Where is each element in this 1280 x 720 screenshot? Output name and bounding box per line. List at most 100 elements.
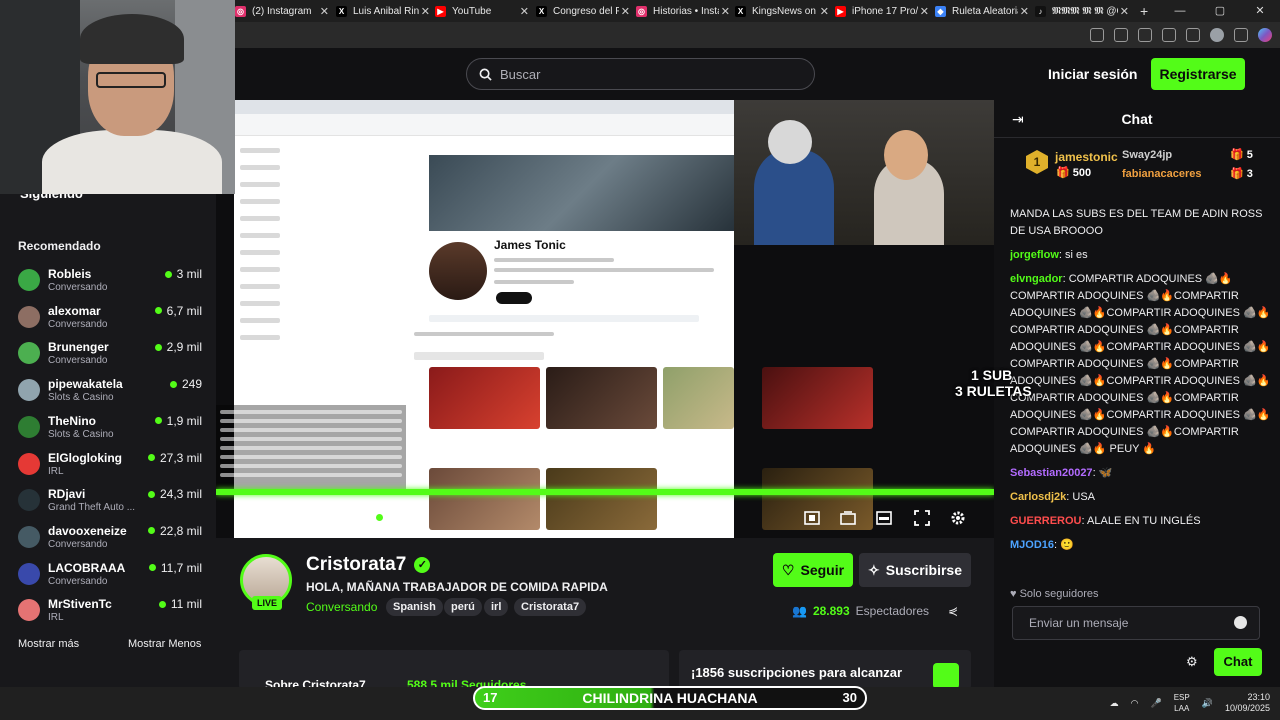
close-tab-icon[interactable]: ✕ [621, 5, 630, 18]
sidebar-item[interactable]: LACOBRAAA Conversando 11,7 mil [18, 559, 202, 593]
settings-gear-icon[interactable] [950, 510, 966, 526]
top-gifter-name[interactable]: jamestonic [1055, 150, 1118, 164]
login-button[interactable]: Iniciar sesión [1048, 66, 1137, 82]
tag-spanish[interactable]: Spanish [386, 598, 443, 616]
microphone-icon[interactable]: 🎤 [1151, 698, 1162, 709]
wifi-icon[interactable]: ◠ [1131, 698, 1139, 709]
sidebar-item[interactable]: Robleis Conversando 3 mil [18, 265, 202, 299]
maximize-button[interactable]: ▢ [1200, 0, 1240, 22]
register-button[interactable]: Registrarse [1151, 58, 1245, 90]
theater-mode-icon[interactable] [840, 511, 856, 525]
volume-icon[interactable] [278, 510, 294, 526]
chat-username[interactable]: MJOD16 [1010, 539, 1054, 551]
sidebar-item[interactable]: davooxeneize Conversando 22,8 mil [18, 522, 202, 556]
minimize-button[interactable]: — [1160, 0, 1200, 22]
read-aloud-icon[interactable] [1114, 28, 1128, 42]
pause-icon[interactable] [244, 510, 258, 526]
pip-icon[interactable] [876, 511, 892, 525]
show-less-button[interactable]: Mostrar Menos [128, 638, 201, 650]
collections-icon[interactable] [1186, 28, 1200, 42]
sidebar-item[interactable]: RDjavi Grand Theft Auto ... 24,3 mil [18, 485, 202, 519]
chat-message-input[interactable]: Enviar un mensaje [1012, 606, 1260, 640]
sidebar-item[interactable]: TheNino Slots & Casino 1,9 mil [18, 412, 202, 446]
browser-tab[interactable]: X KingsNews on X✕ [735, 2, 829, 20]
tag-irl[interactable]: irl [484, 598, 509, 616]
yt-video-thumb [762, 367, 873, 429]
close-tab-icon[interactable]: ✕ [1020, 5, 1029, 18]
chat-username[interactable]: GUERREROU [1010, 515, 1082, 527]
gifter-name[interactable]: fabianacaceres [1122, 168, 1230, 180]
extensions-icon[interactable] [1162, 28, 1176, 42]
sidebar-item[interactable]: Brunenger Conversando 2,9 mil [18, 338, 202, 372]
close-tab-icon[interactable]: ✕ [320, 5, 329, 18]
copilot-icon[interactable] [1258, 28, 1272, 42]
tag-peru[interactable]: perú [444, 598, 482, 616]
share-icon[interactable]: ⋞ [948, 604, 958, 618]
close-tab-icon[interactable]: ✕ [520, 5, 529, 18]
channel-avatar [18, 269, 40, 291]
chat-username[interactable]: Carlosdj2k [1010, 491, 1066, 503]
stream-category[interactable]: Conversando [306, 600, 377, 614]
language-indicator[interactable]: ESP LAA [1174, 692, 1190, 714]
clip-icon[interactable] [804, 511, 820, 525]
profile-avatar[interactable] [1210, 28, 1224, 42]
close-tab-icon[interactable]: ✕ [1120, 5, 1129, 18]
new-tab-button[interactable]: + [1140, 3, 1148, 19]
sidebar-item[interactable]: ElGlogloking IRL 27,3 mil [18, 449, 202, 483]
address-bar[interactable] [235, 22, 1280, 48]
sidebar-item-name: RDjavi [48, 487, 86, 502]
sub-goal-icon[interactable] [933, 663, 959, 689]
chat-username[interactable]: jorgeflow [1010, 249, 1059, 261]
fullscreen-icon[interactable] [914, 510, 930, 526]
stream-progress-bar[interactable] [216, 489, 994, 495]
channel-avatar [18, 379, 40, 402]
chat-username[interactable]: elvngador [1010, 273, 1063, 285]
sidebar-item[interactable]: alexomar Conversando 6,7 mil [18, 302, 202, 336]
sidebar-item[interactable]: pipewakatela Slots & Casino 249 [18, 375, 202, 409]
video-player[interactable]: James Tonic 01:32:59 LIVE [216, 100, 994, 538]
more-menu-icon[interactable] [1234, 28, 1248, 42]
send-chat-button[interactable]: Chat [1214, 648, 1262, 676]
sidebar-item-name: davooxeneize [48, 523, 127, 538]
chat-settings-gear-icon[interactable]: ⚙ [1186, 654, 1198, 670]
browser-tab[interactable]: ◎ Historias • Instag✕ [636, 2, 730, 20]
tag-channel[interactable]: Cristorata7 [514, 598, 587, 616]
viewer-count: 22,8 mil [159, 523, 202, 538]
show-more-button[interactable]: Mostrar más [18, 638, 79, 650]
browser-tab[interactable]: X Luis Anibal Rincó✕ [336, 2, 430, 20]
chat-username[interactable]: Sebastian20027 [1010, 467, 1093, 479]
clock[interactable]: 23:10 10/09/2025 [1225, 692, 1270, 714]
browser-tab[interactable]: ▶ iPhone 17 Pro/P ✕ [835, 2, 929, 20]
favorite-star-icon[interactable] [1138, 28, 1152, 42]
close-tab-icon[interactable]: ✕ [721, 5, 730, 18]
close-tab-icon[interactable]: ✕ [820, 5, 829, 18]
channel-avatar [18, 342, 40, 365]
chat-input-placeholder: Enviar un mensaje [1029, 616, 1129, 630]
chat-message: Sebastian20027: 🦋 [1010, 465, 1272, 482]
browser-tab[interactable]: ♪ 𝕸𝕸𝕸 𝕸 𝕸 @C ✕ [1035, 2, 1129, 20]
yt-subscribe-button [496, 292, 532, 304]
browser-tab[interactable]: ▶ YouTube ✕ [435, 2, 529, 20]
onedrive-icon[interactable]: ☁ [1110, 698, 1119, 709]
chat-message: elvngador: COMPARTIR ADOQUINES 🪨🔥 COMPAR… [1010, 271, 1272, 458]
search-input[interactable]: Buscar [466, 58, 815, 90]
tab-favicon-icon: ◎ [636, 5, 647, 17]
close-tab-icon[interactable]: ✕ [920, 5, 929, 18]
sidebar-item[interactable]: MrStivenTc IRL 11 mil [18, 595, 202, 629]
close-window-button[interactable]: ✕ [1240, 0, 1280, 22]
browser-tab[interactable]: ◎ (2) Instagram ✕ [235, 2, 329, 20]
overlay-line-2: 3 RULETAS [955, 383, 1032, 399]
yt-text-line [494, 280, 574, 284]
browser-tab[interactable]: X Congreso del Pe✕ [536, 2, 630, 20]
zoom-icon[interactable] [1090, 28, 1104, 42]
chat-header: ⇥ Chat [994, 100, 1280, 138]
emoji-icon[interactable] [1234, 616, 1247, 629]
browser-tab[interactable]: ◆ Ruleta Aleatoria ✕ [935, 2, 1029, 20]
speaker-icon[interactable]: 🔊 [1202, 698, 1213, 709]
channel-name[interactable]: Cristorata7 [306, 554, 406, 576]
roulette-name: CHILINDRINA HUACHANA [582, 690, 758, 706]
gifter-name[interactable]: Sway24jp [1122, 149, 1230, 161]
close-tab-icon[interactable]: ✕ [421, 5, 430, 18]
follow-button[interactable]: ♡ Seguir [773, 553, 853, 587]
subscribe-button[interactable]: ✧ Suscribirse [859, 553, 971, 587]
